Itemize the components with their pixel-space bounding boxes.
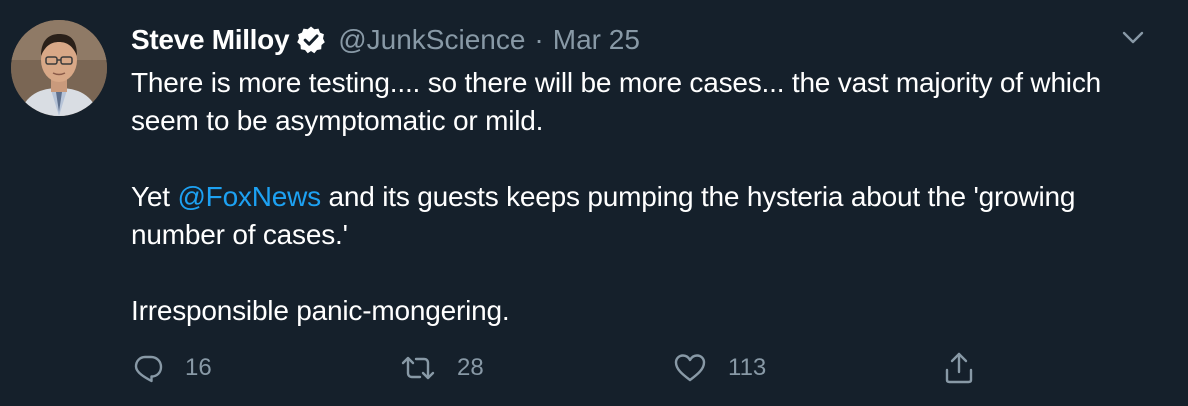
like-count: 113 — [728, 354, 767, 381]
more-options-chevron-down-icon[interactable] — [1118, 24, 1148, 50]
avatar[interactable] — [11, 20, 107, 116]
reply-count: 16 — [185, 354, 212, 381]
tweet-paragraph-2-start: Yet — [131, 181, 178, 212]
share-icon — [942, 350, 976, 386]
tweet-date[interactable]: Mar 25 — [553, 24, 640, 56]
retweet-icon — [399, 351, 437, 385]
tweet-header: Steve Milloy @JunkScience · Mar 25 — [131, 22, 640, 58]
author-handle[interactable]: @JunkScience — [338, 24, 525, 56]
share-button[interactable] — [942, 348, 976, 388]
tweet-paragraph-3: Irresponsible panic-mongering. — [131, 295, 510, 326]
tweet-text: There is more testing.... so there will … — [131, 64, 1151, 330]
author-name[interactable]: Steve Milloy — [131, 24, 290, 56]
retweet-count: 28 — [457, 354, 484, 381]
action-bar: 16 28 113 — [131, 348, 1031, 388]
retweet-button[interactable]: 28 — [399, 348, 484, 388]
verified-badge-icon — [296, 25, 326, 55]
like-button[interactable]: 113 — [672, 348, 766, 388]
separator-dot: · — [534, 24, 544, 55]
reply-button[interactable]: 16 — [131, 348, 212, 388]
tweet-paragraph-1: There is more testing.... so there will … — [131, 67, 1102, 136]
heart-icon — [672, 351, 708, 385]
tweet-card: Steve Milloy @JunkScience · Mar 25 There… — [0, 0, 1188, 406]
reply-icon — [131, 351, 165, 385]
tweet-paragraph-2: Yet @FoxNews and its guests keeps pumpin… — [131, 178, 1151, 254]
mention-link[interactable]: @FoxNews — [177, 181, 321, 212]
profile-photo-icon — [11, 20, 107, 116]
